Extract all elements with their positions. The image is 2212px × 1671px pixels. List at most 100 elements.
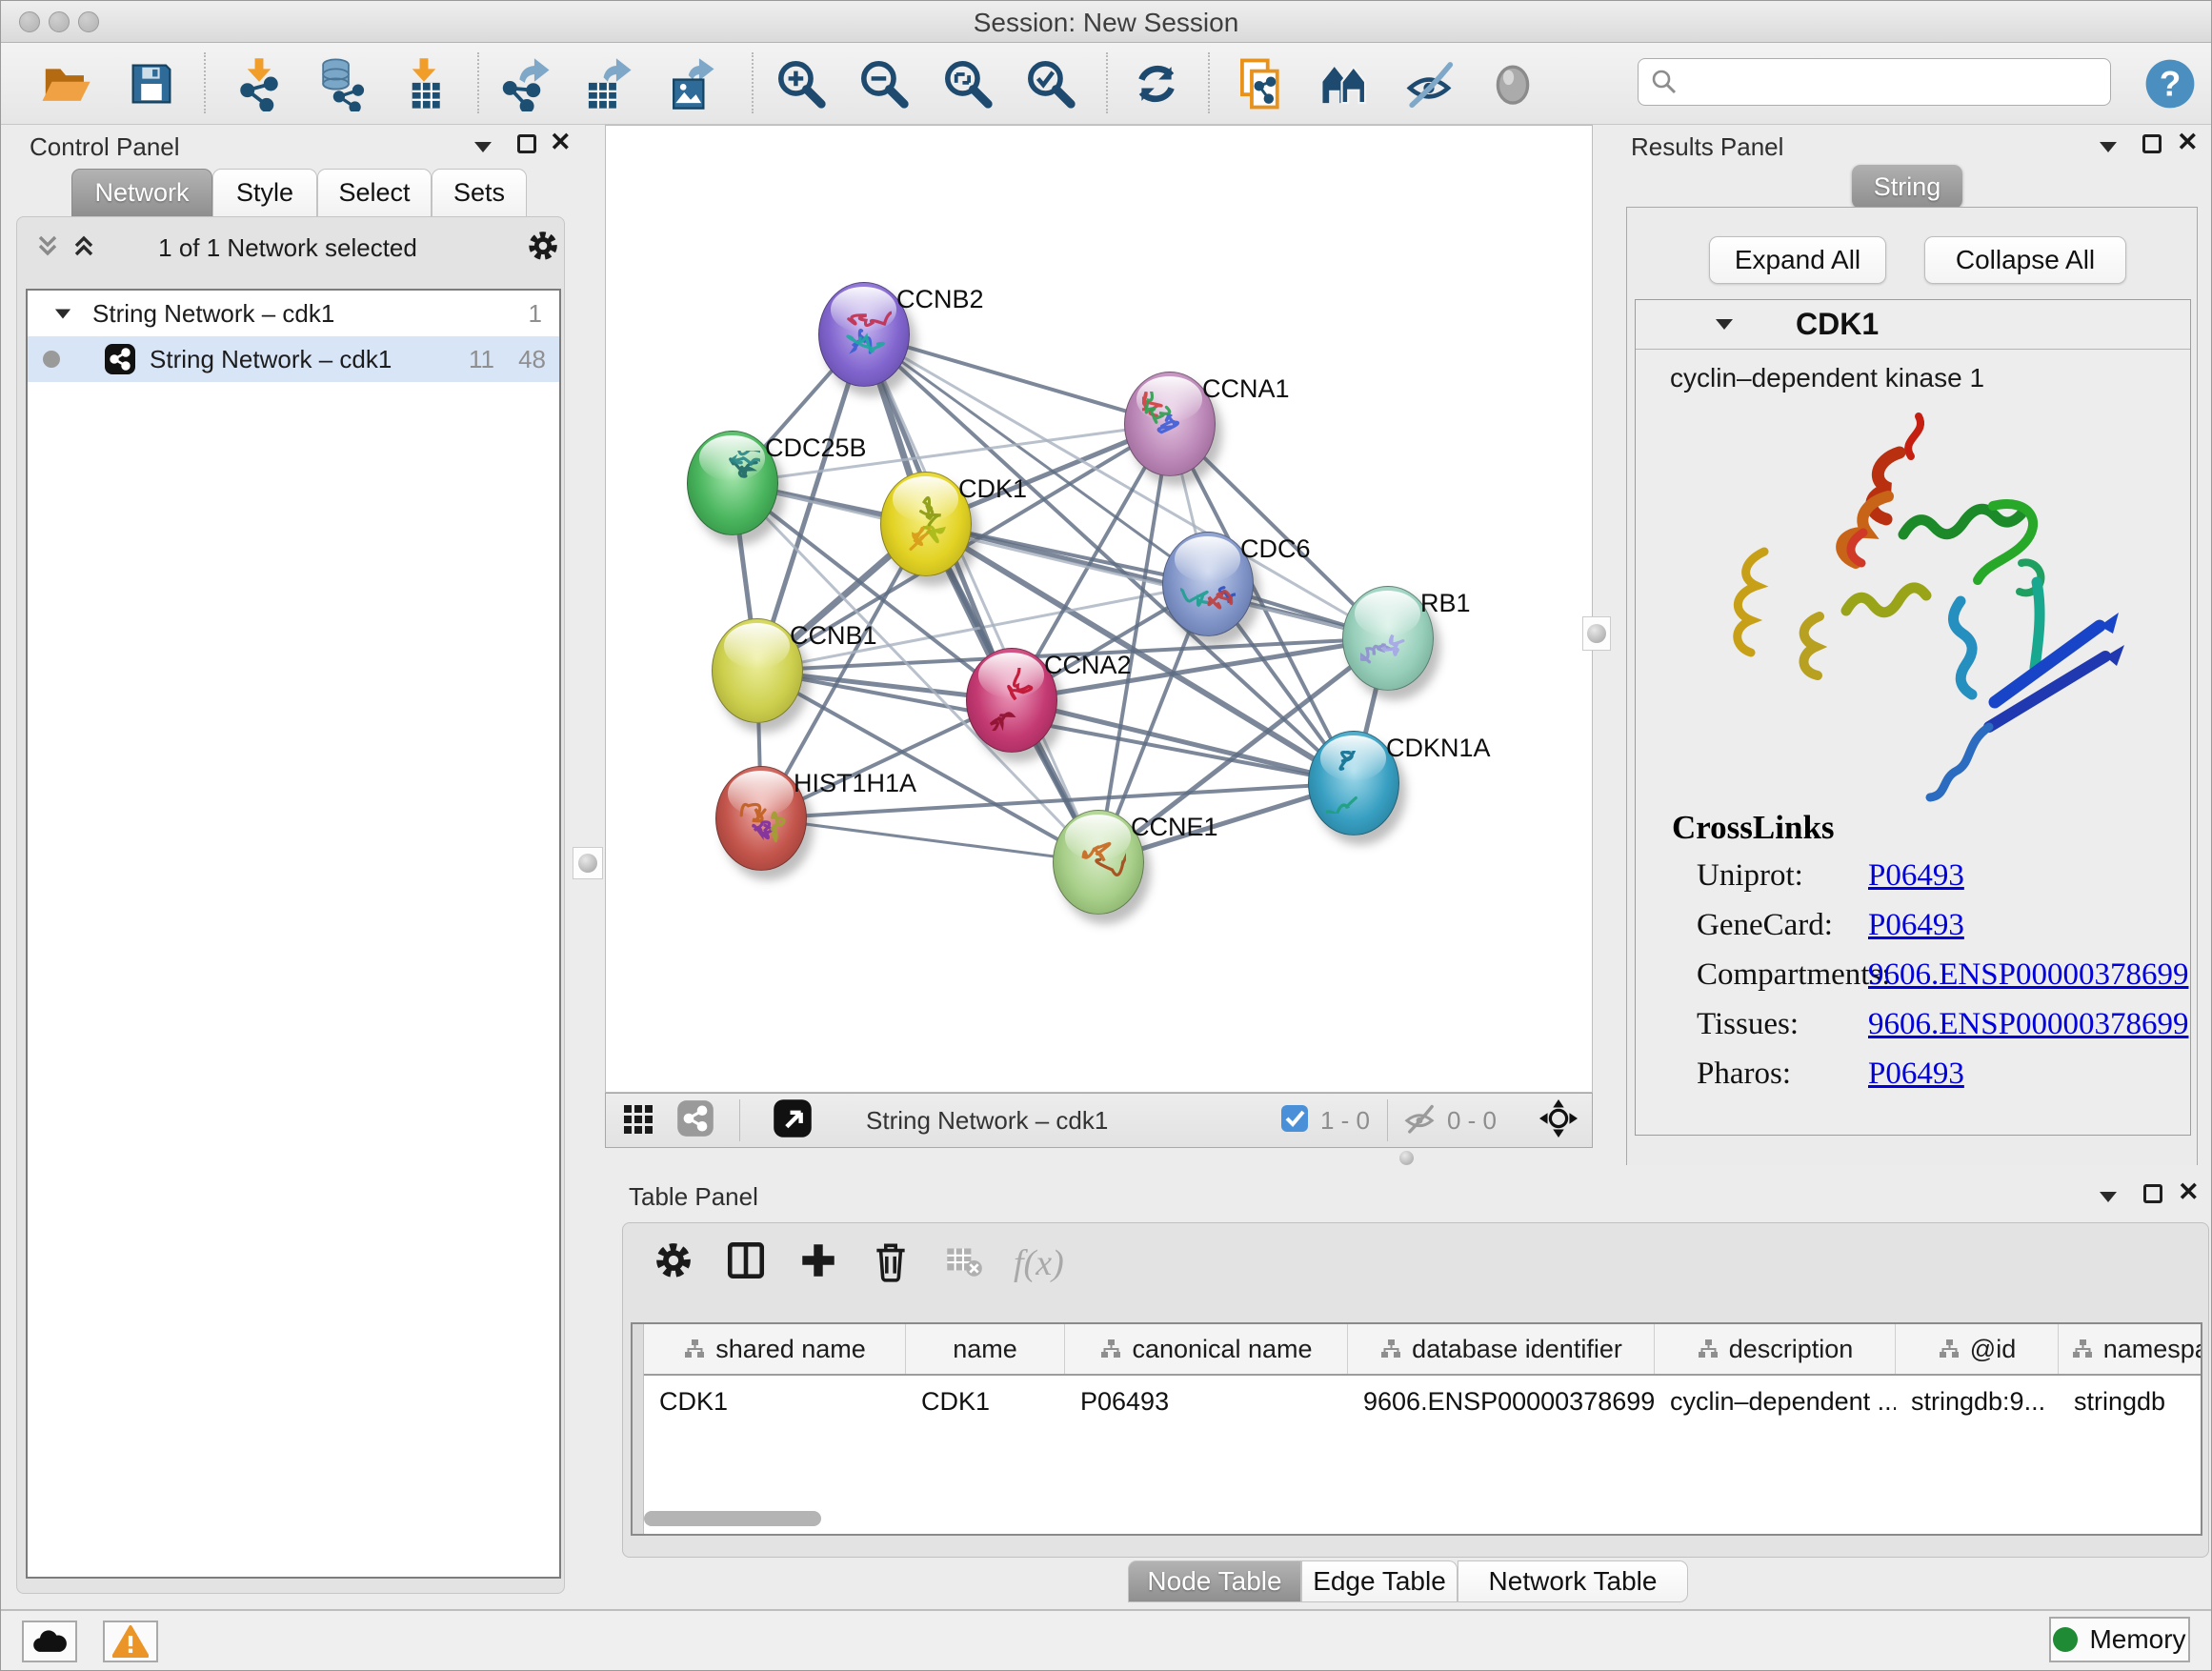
memory-button[interactable]: Memory	[2049, 1617, 2190, 1662]
crosslink-link[interactable]: 9606.ENSP00000378699	[1868, 957, 2188, 993]
tab-edge-table[interactable]: Edge Table	[1301, 1560, 1458, 1602]
selected-nodes-checkbox[interactable]	[1280, 1104, 1309, 1137]
panel-float-icon[interactable]	[517, 134, 536, 153]
zoom-out-button[interactable]	[853, 52, 915, 115]
table-cell[interactable]: stringdb:9...	[1896, 1378, 2059, 1425]
help-button[interactable]: ?	[2139, 52, 2202, 115]
import-table-button[interactable]	[392, 52, 455, 115]
table-row[interactable]: CDK1CDK1P064939606.ENSP00000378699cyclin…	[644, 1378, 2202, 1425]
eye-slash-icon	[1401, 56, 1457, 111]
table-cell[interactable]: 9606.ENSP00000378699	[1348, 1378, 1655, 1425]
horizontal-splitter-handle[interactable]	[1399, 1151, 1414, 1165]
open-session-button[interactable]	[34, 52, 97, 115]
show-columns-button[interactable]	[724, 1238, 768, 1287]
panel-menu-icon[interactable]	[2100, 1192, 2117, 1202]
node-structure-icon	[1142, 392, 1197, 454]
search-box[interactable]	[1638, 58, 2111, 106]
show-all-button[interactable]	[1481, 52, 1544, 115]
collection-expander-icon[interactable]	[55, 309, 70, 318]
crosslink-link[interactable]: P06493	[1868, 858, 1964, 894]
hide-selected-button[interactable]	[1398, 52, 1460, 115]
table-cell[interactable]: P06493	[1065, 1378, 1348, 1425]
left-splitter-handle[interactable]	[573, 847, 603, 879]
cloud-status-button[interactable]	[22, 1621, 77, 1662]
export-table-icon	[580, 56, 635, 111]
zoom-selected-button[interactable]	[1019, 52, 1082, 115]
export-network-button[interactable]	[494, 52, 557, 115]
node-label-CCNB1: CCNB1	[790, 621, 877, 651]
right-splitter-handle[interactable]	[1582, 616, 1611, 651]
table-cell[interactable]: cyclin–dependent ...	[1655, 1378, 1896, 1425]
panel-float-icon[interactable]	[2142, 134, 2162, 153]
tab-node-table[interactable]: Node Table	[1128, 1560, 1301, 1602]
network-edge[interactable]	[864, 334, 1170, 424]
entry-expander-icon[interactable]	[1716, 319, 1733, 330]
column-header-namespace[interactable]: namespace	[2059, 1324, 2202, 1374]
column-header-@id[interactable]: @id	[1896, 1324, 2059, 1374]
import-network-button[interactable]	[228, 52, 291, 115]
column-header-description[interactable]: description	[1655, 1324, 1896, 1374]
export-image-button[interactable]	[659, 52, 722, 115]
horizontal-scrollbar[interactable]	[644, 1511, 821, 1526]
node-label-RB1: RB1	[1420, 589, 1471, 618]
network-canvas[interactable]: CDK1CCNB1CCNB2CCNA1CCNA2CCNE1CDC25BCDC6C…	[605, 125, 1593, 1093]
panel-close-icon[interactable]: ✕	[550, 132, 572, 151]
zoom-in-button[interactable]	[770, 52, 833, 115]
collapse-all-button[interactable]: Collapse All	[1924, 236, 2126, 284]
birds-eye-view-button[interactable]	[773, 1098, 813, 1143]
table-cell[interactable]: stringdb	[2059, 1378, 2202, 1425]
node-label-CCNA2: CCNA2	[1044, 651, 1132, 680]
node-label-CDK1: CDK1	[958, 474, 1027, 504]
tab-network[interactable]: Network	[71, 169, 212, 216]
warnings-button[interactable]	[103, 1621, 158, 1662]
network-options-button[interactable]	[525, 228, 561, 264]
column-header-name[interactable]: name	[906, 1324, 1065, 1374]
network-collection-row[interactable]: String Network – cdk1 1	[28, 291, 559, 336]
export-table-button[interactable]	[576, 52, 639, 115]
apply-style-button[interactable]	[1125, 52, 1188, 115]
new-network-from-selection-button[interactable]	[1230, 52, 1293, 115]
table-cell[interactable]: CDK1	[644, 1378, 906, 1425]
zoom-selected-icon	[1023, 56, 1078, 111]
column-header-canonical-name[interactable]: canonical name	[1065, 1324, 1348, 1374]
table-options-button[interactable]	[652, 1238, 695, 1287]
column-namespace-icon	[1379, 1338, 1402, 1360]
zoom-fit-button[interactable]	[936, 52, 999, 115]
add-column-button[interactable]	[796, 1238, 840, 1287]
save-session-button[interactable]	[120, 52, 183, 115]
tab-sets[interactable]: Sets	[432, 169, 527, 216]
window-title: Session: New Session	[1, 8, 2211, 38]
panel-close-icon[interactable]: ✕	[2178, 1182, 2200, 1201]
network-row[interactable]: String Network – cdk1 11 48	[28, 336, 559, 382]
delete-column-button[interactable]	[869, 1238, 913, 1287]
network-edge[interactable]	[761, 818, 1098, 862]
crosslink-row: Compartments:9606.ENSP00000378699	[1697, 950, 2190, 999]
string-results-tab[interactable]: String	[1852, 165, 1962, 209]
panel-menu-icon[interactable]	[474, 142, 492, 152]
expand-all-button[interactable]: Expand All	[1709, 236, 1886, 284]
crosslink-link[interactable]: 9606.ENSP00000378699	[1868, 1007, 2188, 1042]
tab-network-table[interactable]: Network Table	[1458, 1560, 1688, 1602]
crosslink-link[interactable]: P06493	[1868, 1057, 1964, 1092]
node-label-CCNE1: CCNE1	[1131, 813, 1218, 842]
hidden-toggle[interactable]	[1401, 1102, 1438, 1139]
grid-mode-button[interactable]	[621, 1101, 655, 1140]
tab-style[interactable]: Style	[212, 169, 317, 216]
tab-select[interactable]: Select	[317, 169, 432, 216]
cdk1-entry-header[interactable]: CDK1	[1636, 300, 2190, 350]
column-namespace-icon	[1938, 1338, 1961, 1360]
crosslink-link[interactable]: P06493	[1868, 908, 1964, 943]
panel-menu-icon[interactable]	[2100, 142, 2117, 152]
search-input[interactable]	[1679, 68, 2088, 97]
panel-close-icon[interactable]: ✕	[2177, 132, 2199, 151]
panel-float-icon[interactable]	[2143, 1184, 2162, 1203]
column-header-shared-name[interactable]: shared name	[644, 1324, 906, 1374]
string-app-icon	[104, 343, 136, 375]
fit-content-button[interactable]	[1538, 1098, 1579, 1143]
column-header-database-identifier[interactable]: database identifier	[1348, 1324, 1655, 1374]
node-label-CCNB2: CCNB2	[896, 285, 984, 314]
first-neighbors-button[interactable]	[1315, 52, 1377, 115]
network-mode-button[interactable]	[676, 1099, 714, 1142]
import-from-database-button[interactable]	[309, 52, 372, 115]
table-cell[interactable]: CDK1	[906, 1378, 1065, 1425]
